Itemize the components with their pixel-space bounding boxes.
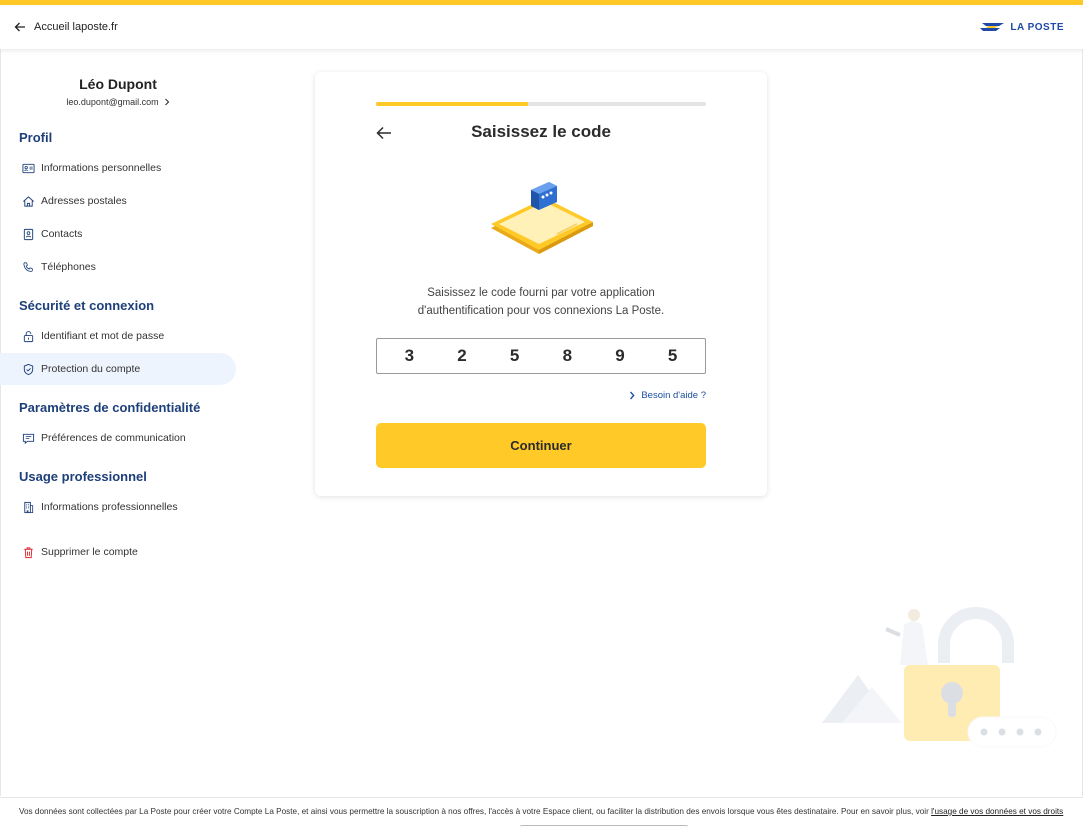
id-card-icon — [22, 163, 35, 173]
sidebar-item-contacts[interactable]: Contacts — [0, 218, 236, 250]
sidebar-item-label: Contacts — [41, 228, 83, 240]
phone-message-illustration — [491, 180, 593, 254]
data-usage-link[interactable]: l'usage de vos données et vos droits — [931, 807, 1063, 816]
sidebar-item-label: Préférences de communication — [41, 432, 186, 444]
sidebar-item-telephones[interactable]: Téléphones — [0, 251, 236, 283]
sidebar: Léo Dupont leo.dupont@gmail.com — [0, 49, 240, 110]
otp-digit: 5 — [667, 346, 678, 365]
footer-text: Vos données sont collectées par La Poste… — [19, 807, 932, 816]
continue-button[interactable]: Continuer — [376, 423, 706, 468]
delete-account-button[interactable]: Supprimer le compte — [0, 536, 236, 568]
back-link-label: Accueil laposte.fr — [34, 21, 118, 33]
building-icon — [24, 501, 34, 513]
sidebar-item-label: Adresses postales — [41, 195, 127, 207]
la-poste-logo[interactable]: LA POSTE — [980, 21, 1064, 33]
chevron-right-icon — [630, 391, 635, 400]
sidebar-item-informations-professionnelles[interactable]: Informations professionnelles — [0, 491, 236, 523]
user-block: Léo Dupont leo.dupont@gmail.com — [0, 49, 236, 110]
sidebar-item-informations-personnelles[interactable]: Informations personnelles — [0, 152, 236, 184]
padlock-icon — [23, 330, 34, 342]
user-name: Léo Dupont — [79, 76, 157, 92]
sidebar-item-identifiant-mot-de-passe[interactable]: Identifiant et mot de passe — [0, 320, 236, 352]
chevron-right-icon — [164, 98, 169, 106]
help-link[interactable]: Besoin d'aide ? — [629, 390, 706, 401]
section-title-confidentialite: Paramètres de confidentialité — [19, 400, 201, 415]
sidebar-item-protection-du-compte[interactable]: Protection du compte — [0, 353, 236, 385]
padlock-person-illustration — [822, 607, 1057, 748]
top-header: Accueil laposte.fr LA POSTE — [0, 5, 1083, 49]
sidebar-item-preferences-communication[interactable]: Préférences de communication — [0, 422, 236, 454]
otp-code-input[interactable]: 3 2 5 8 9 5 — [376, 338, 706, 374]
la-poste-bird-icon — [980, 23, 1005, 31]
arrow-left-icon — [14, 22, 25, 32]
user-email: leo.dupont@gmail.com — [66, 97, 159, 107]
user-email-link[interactable]: leo.dupont@gmail.com — [66, 97, 169, 107]
step-progress-fill — [376, 102, 528, 106]
message-icon — [22, 433, 35, 444]
otp-digit: 5 — [509, 346, 520, 365]
otp-digit: 8 — [562, 346, 573, 365]
delete-account-label: Supprimer le compte — [41, 546, 138, 558]
sidebar-item-label: Identifiant et mot de passe — [41, 330, 165, 342]
horizontal-scrollbar[interactable] — [520, 825, 688, 829]
otp-digit: 3 — [404, 346, 415, 365]
sidebar-item-label: Informations personnelles — [41, 162, 162, 174]
otp-digit: 2 — [457, 346, 467, 365]
section-title-usage-professionnel: Usage professionnel — [19, 469, 147, 484]
sidebar-item-adresses-postales[interactable]: Adresses postales — [0, 185, 236, 217]
logo-text: LA POSTE — [1010, 21, 1064, 33]
otp-digit: 9 — [615, 346, 625, 365]
trash-icon — [24, 546, 33, 558]
help-link-label: Besoin d'aide ? — [641, 390, 706, 401]
step-progress-bar — [376, 102, 706, 106]
sidebar-item-label: Protection du compte — [41, 363, 141, 375]
contact-book-icon — [23, 228, 34, 240]
shield-icon — [23, 363, 34, 375]
back-to-home-link[interactable]: Accueil laposte.fr — [14, 21, 118, 33]
otp-card: Saisissez le code Saisissez le code four… — [315, 72, 767, 496]
section-title-profil: Profil — [19, 130, 53, 145]
page-title: Saisissez le code — [471, 122, 611, 141]
section-title-securite: Sécurité et connexion — [19, 298, 155, 313]
home-icon — [23, 195, 34, 207]
sidebar-item-label: Informations professionnelles — [41, 501, 178, 513]
instruction-text: Saisissez le code fourni par votre appli… — [417, 287, 665, 317]
sidebar-item-label: Téléphones — [41, 261, 96, 273]
phone-icon — [23, 261, 33, 272]
